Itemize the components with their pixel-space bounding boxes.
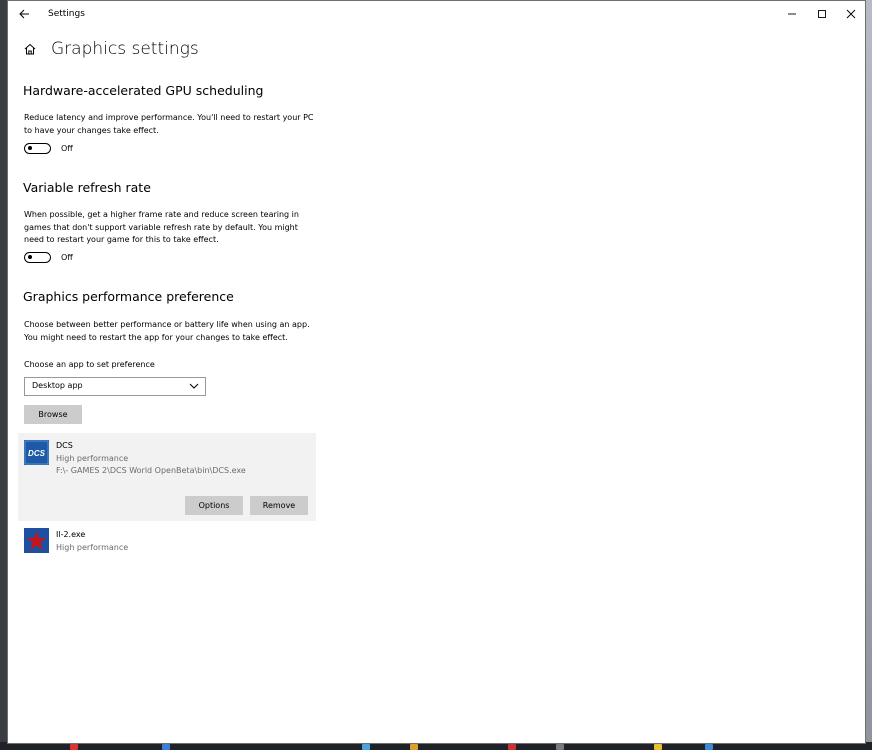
- taskbar-app-icon[interactable]: [508, 744, 516, 750]
- choose-app-label: Choose an app to set preference: [24, 360, 155, 369]
- chevron-down-icon: [189, 383, 199, 389]
- variable-refresh-toggle[interactable]: [24, 252, 51, 263]
- gpu-scheduling-toggle-label: Off: [61, 144, 73, 153]
- taskbar-app-icon[interactable]: [162, 744, 170, 750]
- performance-pref-heading: Graphics performance preference: [23, 289, 234, 304]
- page-title: Graphics settings: [51, 39, 199, 59]
- settings-window: Settings Graphics settings Hardware-acce…: [7, 0, 866, 744]
- toggle-knob: [28, 146, 32, 150]
- taskbar-app-icon[interactable]: [362, 744, 370, 750]
- maximize-icon[interactable]: [815, 7, 829, 21]
- taskbar-app-icon[interactable]: [705, 744, 713, 750]
- app-list-item-il2[interactable]: Il-2.exe High performance: [18, 523, 316, 559]
- variable-refresh-toggle-label: Off: [61, 253, 73, 262]
- title-bar: Settings: [8, 1, 865, 29]
- browse-button[interactable]: Browse: [24, 405, 82, 424]
- taskbar-app-icon[interactable]: [654, 744, 662, 750]
- app-preference: High performance: [56, 454, 129, 463]
- app-preference: High performance: [56, 543, 129, 552]
- remove-button[interactable]: Remove: [250, 496, 308, 515]
- options-button[interactable]: Options: [185, 496, 243, 515]
- back-arrow-icon[interactable]: [16, 6, 34, 22]
- app-name: Il-2.exe: [56, 530, 86, 539]
- il2-star-icon: [24, 528, 49, 553]
- taskbar-app-icon[interactable]: [70, 744, 78, 750]
- app-path: F:\- GAMES 2\DCS World OpenBeta\bin\DCS.…: [56, 466, 246, 475]
- taskbar-app-icon[interactable]: [410, 744, 418, 750]
- app-list-item-dcs[interactable]: DCS DCS High performance F:\- GAMES 2\DC…: [18, 433, 316, 521]
- variable-refresh-heading: Variable refresh rate: [23, 180, 151, 195]
- window-title: Settings: [48, 9, 85, 19]
- variable-refresh-description: When possible, get a higher frame rate a…: [24, 210, 299, 244]
- dcs-app-icon: DCS: [24, 440, 49, 465]
- close-icon[interactable]: [844, 7, 858, 21]
- gpu-scheduling-toggle[interactable]: [24, 143, 51, 154]
- toggle-knob: [28, 255, 32, 259]
- dcs-icon-text: DCS: [28, 449, 46, 458]
- home-icon[interactable]: [23, 42, 37, 56]
- performance-pref-description: Choose between better performance or bat…: [24, 320, 310, 342]
- app-name: DCS: [56, 441, 73, 450]
- app-type-dropdown[interactable]: Desktop app: [24, 377, 206, 396]
- desktop-background: [866, 0, 872, 750]
- gpu-scheduling-description: Reduce latency and improve performance. …: [24, 113, 314, 135]
- dropdown-value: Desktop app: [32, 381, 83, 390]
- taskbar-app-icon[interactable]: [556, 744, 564, 750]
- minimize-icon[interactable]: [785, 7, 799, 21]
- gpu-scheduling-heading: Hardware-accelerated GPU scheduling: [23, 83, 264, 98]
